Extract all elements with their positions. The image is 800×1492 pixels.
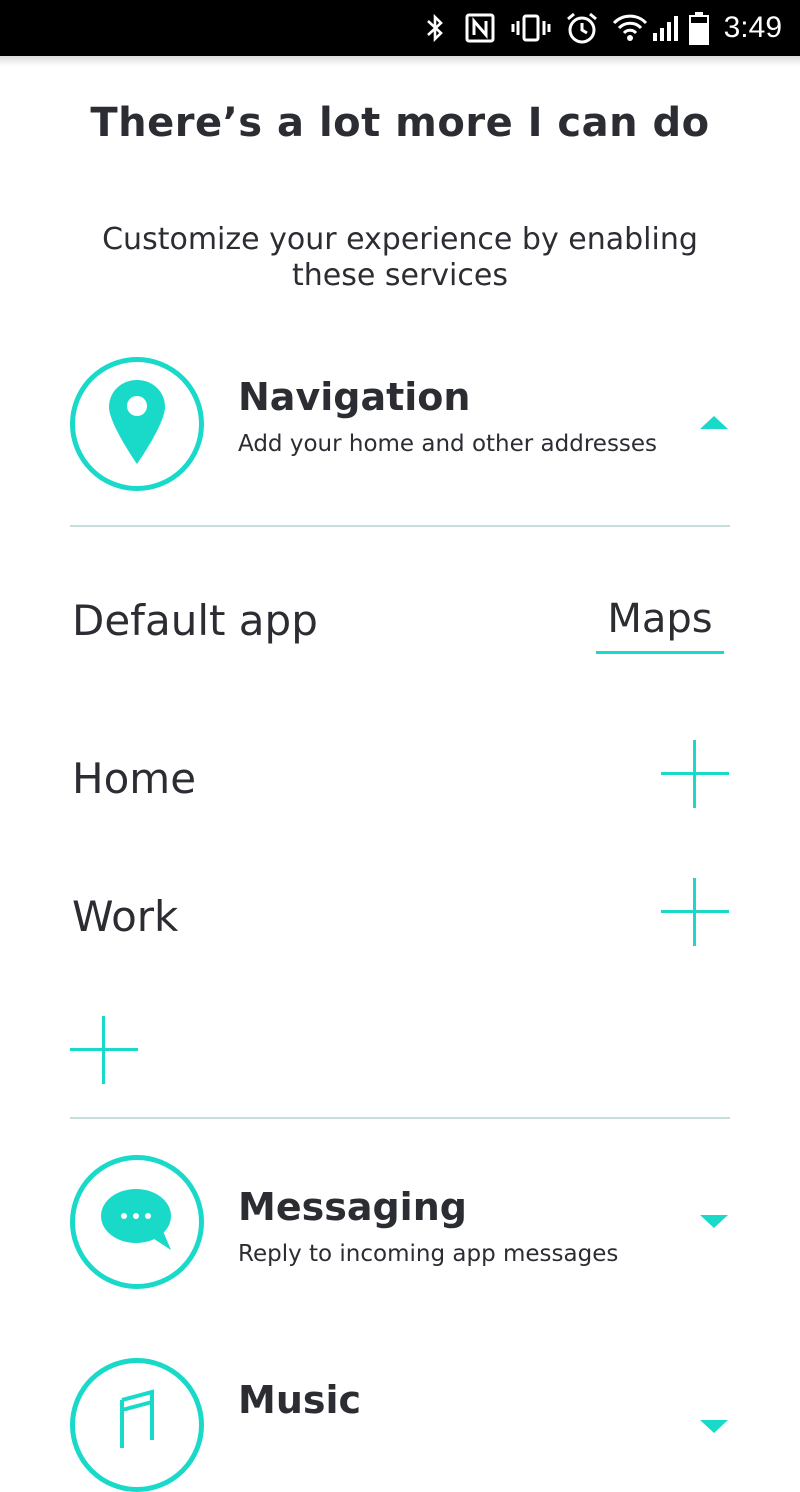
add-work-icon[interactable] <box>661 878 729 946</box>
battery-icon <box>686 0 712 56</box>
vibrate-icon <box>508 0 554 56</box>
alarm-icon <box>562 0 602 56</box>
service-music[interactable]: Music <box>70 1358 730 1492</box>
service-messaging-description: Reply to incoming app messages <box>238 1241 619 1267</box>
work-label: Work <box>72 892 179 941</box>
divider <box>70 1117 730 1119</box>
home-label: Home <box>72 754 197 803</box>
nfc-icon <box>462 0 498 56</box>
messaging-icon-circle <box>70 1155 204 1289</box>
caret-up-icon[interactable] <box>700 415 728 431</box>
signal-icon <box>650 0 682 56</box>
default-app-label: Default app <box>72 596 318 645</box>
divider <box>70 525 730 527</box>
service-navigation[interactable]: Navigation Add your home and other addre… <box>70 357 730 491</box>
music-icon-circle <box>70 1358 204 1492</box>
page-subtitle: Customize your experience by enabling th… <box>102 222 698 293</box>
add-home-icon[interactable] <box>661 740 729 808</box>
caret-down-icon[interactable] <box>700 1213 728 1229</box>
service-navigation-description: Add your home and other addresses <box>238 431 658 457</box>
navigation-icon-circle <box>70 357 204 491</box>
location-pin-icon <box>107 378 167 470</box>
caret-down-icon[interactable] <box>700 1418 728 1434</box>
service-messaging[interactable]: Messaging Reply to incoming app messages <box>70 1155 730 1289</box>
service-navigation-name: Navigation <box>238 375 471 419</box>
service-music-name: Music <box>238 1378 362 1422</box>
status-bar-shadow <box>0 56 800 66</box>
bluetooth-icon <box>420 0 450 56</box>
page-title: There’s a lot more I can do <box>90 100 710 146</box>
default-app-select[interactable]: Maps <box>596 596 724 654</box>
status-time: 3:49 <box>723 11 782 44</box>
chat-bubble-icon <box>99 1187 175 1257</box>
status-bar: 3:49 <box>0 0 800 56</box>
wifi-icon <box>610 0 650 56</box>
service-messaging-name: Messaging <box>238 1185 467 1229</box>
music-note-icon <box>112 1388 162 1462</box>
add-address-icon[interactable] <box>70 1016 138 1084</box>
